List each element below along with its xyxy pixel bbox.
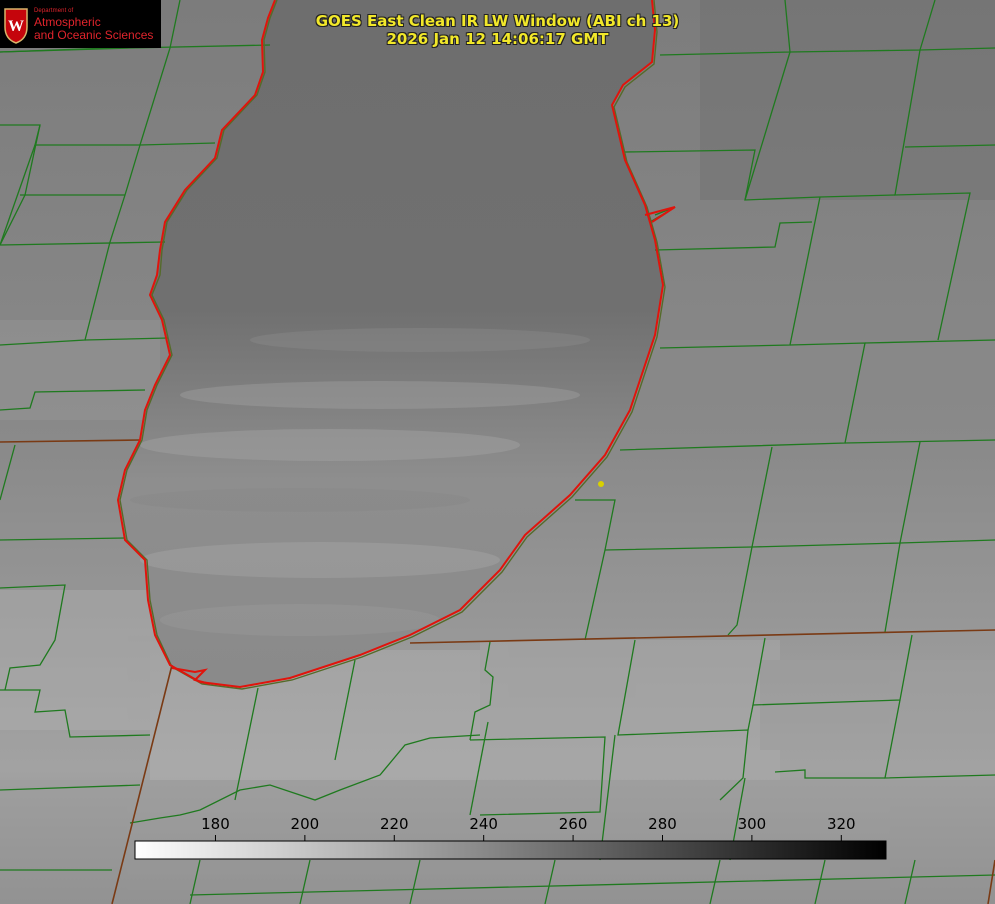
image-timestamp: 2026 Jan 12 14:06:17 GMT — [386, 30, 609, 48]
colorbar-tick-label: 260 — [558, 815, 588, 833]
colorbar-tick-label: 280 — [648, 815, 677, 833]
colorbar-tick-label: 220 — [379, 815, 409, 833]
station-marker — [598, 481, 604, 487]
colorbar-tick-label: 320 — [826, 815, 856, 833]
colorbar-tick-label: 240 — [469, 815, 498, 833]
colorbar-tick-label: 300 — [737, 815, 767, 833]
satellite-imagery — [0, 0, 995, 904]
image-title: GOES East Clean IR LW Window (ABI ch 13) — [315, 12, 680, 30]
colorbar-tick-label: 200 — [290, 815, 320, 833]
colorbar-tick-label: 180 — [201, 815, 230, 833]
satellite-map: W Department of Atmospheric and Oceanic … — [0, 0, 995, 904]
